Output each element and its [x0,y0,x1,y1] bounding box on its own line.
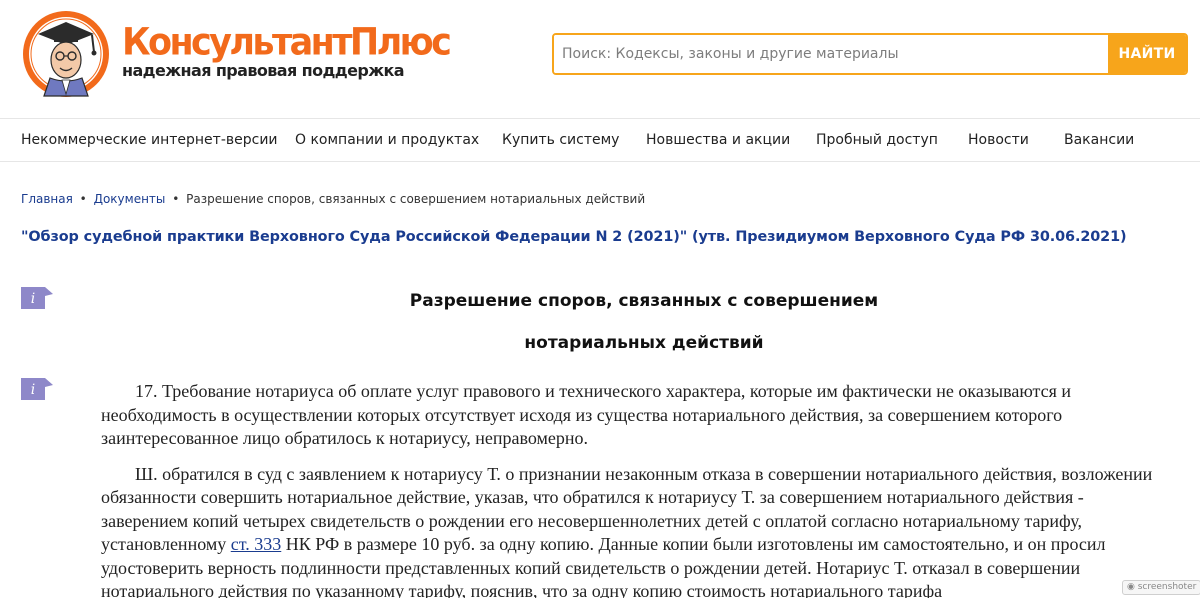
screenshoter-watermark: ◉ screenshoter [1122,580,1200,595]
camera-icon: ◉ [1127,582,1138,592]
section-heading-line2: нотариальных действий [524,333,764,353]
nav-item-trial[interactable]: Пробный доступ [816,132,938,148]
nav-item-about[interactable]: О компании и продуктах [295,132,479,148]
watermark-text: screenshoter [1137,582,1197,592]
document-body: 17. Требование нотариуса об оплате услуг… [101,380,1161,598]
breadcrumb-separator: • [172,192,180,206]
brand-name: КонсультантПлюс [122,20,452,65]
nav-item-news-offers[interactable]: Новшества и акции [646,132,790,148]
breadcrumb-documents[interactable]: Документы [94,192,166,206]
document-title-link[interactable]: "Обзор судебной практики Верховного Суда… [21,229,1127,245]
search-button[interactable]: НАЙТИ [1108,35,1186,73]
nav-item-noncommercial[interactable]: Некоммерческие интернет-версии [21,132,278,148]
main-nav: Некоммерческие интернет-версии О компани… [0,118,1200,162]
nav-item-vacancies[interactable]: Вакансии [1064,132,1134,148]
nav-item-buy[interactable]: Купить систему [502,132,619,148]
mascot-logo-icon[interactable] [20,8,112,100]
search-input[interactable] [554,35,1108,73]
breadcrumb-separator: • [79,192,87,206]
info-icon-glyph: i [31,382,35,398]
brand-tagline: надежная правовая поддержка [122,61,405,80]
nav-item-news[interactable]: Новости [968,132,1029,148]
breadcrumb: Главная • Документы • Разрешение споров,… [21,192,645,206]
section-heading-line1: Разрешение споров, связанных с совершени… [409,291,879,311]
breadcrumb-current: Разрешение споров, связанных с совершени… [186,192,646,206]
search-bar: НАЙТИ [552,33,1188,75]
paragraph-17: 17. Требование нотариуса об оплате услуг… [101,381,1072,448]
brand-logo[interactable]: КонсультантПлюс надежная правовая поддер… [122,20,452,80]
info-icon[interactable]: i [21,378,53,400]
site-header: КонсультантПлюс надежная правовая поддер… [0,0,1200,110]
article-333-link[interactable]: ст. 333 [231,534,282,554]
paragraph-case: Ш. обратился в суд с заявлением к нотари… [101,463,1161,598]
breadcrumb-home[interactable]: Главная [21,192,73,206]
